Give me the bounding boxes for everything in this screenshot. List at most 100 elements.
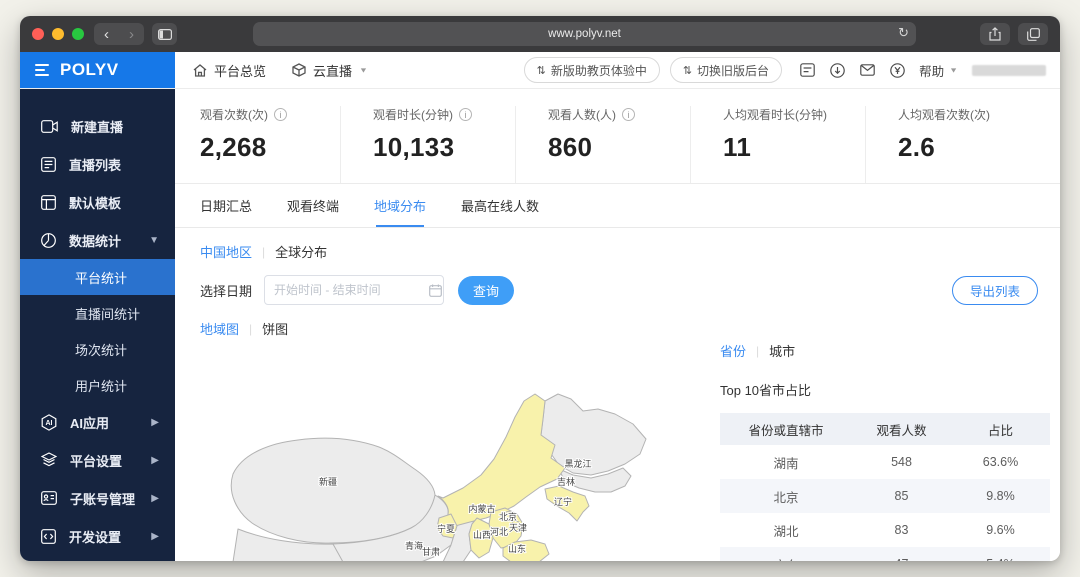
logo-block[interactable]: POLYV	[20, 52, 175, 88]
date-range-field[interactable]	[274, 283, 429, 297]
top-regions-panel: 省份 | 城市 Top 10省市占比 省份或直辖市 观看人数 占比	[720, 341, 1050, 561]
sidebar-item-data-statistics[interactable]: 数据统计 ▼	[20, 221, 175, 259]
column-header-percent: 占比	[951, 413, 1050, 445]
table-row: 广东 47 5.4%	[720, 547, 1050, 561]
sidebar-item-ai-apps[interactable]: AI AI应用 ▶	[20, 403, 175, 441]
stat-viewer-count: 观看人数(人) 860	[515, 106, 690, 183]
map-label-xinjiang: 新疆	[319, 476, 337, 487]
sidebar-subitem-label: 用户统计	[75, 376, 127, 395]
mail-icon[interactable]	[860, 64, 875, 76]
zoom-window-button[interactable]	[72, 28, 84, 40]
coin-icon[interactable]	[890, 63, 905, 78]
home-icon	[193, 64, 207, 77]
tab-view-terminal[interactable]: 观看终端	[287, 184, 339, 227]
divider: |	[756, 344, 759, 358]
sidebar-subitem-session-stats[interactable]: 场次统计	[20, 331, 175, 367]
stat-view-count: 观看次数(次) 2,268	[200, 106, 340, 183]
export-list-button[interactable]: 导出列表	[952, 276, 1038, 305]
stats-row: 观看次数(次) 2,268 观看时长(分钟) 10,133 观看人数(人) 86…	[175, 89, 1060, 184]
old-version-pill-button[interactable]: ⇅ 切换旧版后台	[670, 57, 782, 83]
close-window-button[interactable]	[32, 28, 44, 40]
address-bar[interactable]: www.polyv.net ↻	[253, 22, 916, 46]
region-map-link[interactable]: 地域图	[200, 319, 239, 338]
sidebar-item-new-live[interactable]: 新建直播	[20, 107, 175, 145]
forward-icon[interactable]: ›	[119, 23, 144, 45]
divider: |	[249, 322, 252, 336]
sidebar-item-live-list[interactable]: 直播列表	[20, 145, 175, 183]
sidebar-subitem-platform-stats[interactable]: 平台统计	[20, 259, 175, 295]
china-region-map[interactable]: 新疆 黑龙江 吉林 辽宁 内蒙古 北京 天津 宁夏 山西 河北 山东 青海 甘肃	[193, 379, 687, 561]
pie-chart-link[interactable]: 饼图	[262, 319, 288, 338]
account-name-redacted[interactable]	[972, 65, 1046, 76]
chevron-down-icon: ▼	[149, 235, 159, 246]
map-label-neimenggu: 内蒙古	[468, 503, 495, 514]
video-camera-icon	[41, 120, 58, 133]
map-label-shanxi: 山西	[473, 530, 491, 540]
reload-icon[interactable]: ↻	[898, 25, 909, 41]
tab-max-online[interactable]: 最高在线人数	[461, 184, 539, 227]
chevron-right-icon: ▶	[151, 417, 159, 428]
app-header: POLYV 平台总览 云直播 ▼ ⇅ 新版助教页体验中 ⇅ 切换旧版后台	[20, 52, 1060, 89]
date-filter-label: 选择日期	[200, 281, 252, 300]
sidebar-item-dev-settings[interactable]: 开发设置 ▶	[20, 517, 175, 555]
download-icon[interactable]	[830, 63, 845, 78]
stat-value: 2,268	[200, 132, 340, 163]
main-content: 观看次数(次) 2,268 观看时长(分钟) 10,133 观看人数(人) 86…	[175, 89, 1060, 561]
map-label-ningxia: 宁夏	[437, 523, 455, 534]
back-icon[interactable]: ‹	[94, 23, 119, 45]
cell-viewers: 83	[852, 513, 951, 547]
table-row: 湖南 548 63.6%	[720, 445, 1050, 479]
info-icon[interactable]	[274, 108, 287, 121]
date-range-input[interactable]	[264, 275, 444, 305]
sidebar-subitem-user-stats[interactable]: 用户统计	[20, 367, 175, 403]
province-link[interactable]: 省份	[720, 341, 746, 360]
stat-value: 2.6	[898, 132, 1040, 163]
sidebar-subitem-room-stats[interactable]: 直播间统计	[20, 295, 175, 331]
nav-cloud-live[interactable]: 云直播 ▼	[292, 61, 368, 80]
sidebar-item-platform-settings[interactable]: 平台设置 ▶	[20, 441, 175, 479]
menu-collapse-icon[interactable]	[35, 64, 49, 76]
region-scope-toggle: 中国地区 | 全球分布	[200, 242, 327, 261]
sidebar-item-label: 新建直播	[71, 117, 123, 136]
browser-window: ‹ › www.polyv.net ↻ POLYV 平台总览	[20, 16, 1060, 561]
date-filter: 选择日期 查询	[200, 275, 514, 305]
svg-text:AI: AI	[46, 420, 53, 427]
map-label-hebei: 河北	[490, 526, 508, 537]
china-region-link[interactable]: 中国地区	[200, 242, 252, 261]
sidebar-item-subaccount-management[interactable]: 子账号管理 ▶	[20, 479, 175, 517]
cell-province: 北京	[720, 479, 852, 513]
sidebar-toggle-icon[interactable]	[152, 23, 177, 45]
cube-icon	[292, 63, 306, 77]
map-label-beijing: 北京	[499, 511, 517, 522]
top-regions-table: 省份或直辖市 观看人数 占比 湖南 548 63.6% 北京	[720, 413, 1050, 561]
query-button[interactable]: 查询	[458, 276, 514, 305]
info-icon[interactable]	[459, 108, 472, 121]
url-text: www.polyv.net	[548, 28, 621, 40]
tab-date-summary[interactable]: 日期汇总	[200, 184, 252, 227]
new-version-pill-button[interactable]: ⇅ 新版助教页体验中	[524, 57, 660, 83]
help-menu[interactable]: 帮助 ▼	[919, 61, 958, 80]
share-icon[interactable]	[980, 23, 1010, 45]
minimize-window-button[interactable]	[52, 28, 64, 40]
document-icon[interactable]	[800, 63, 815, 77]
sidebar: 新建直播 直播列表 默认模板 数据统计 ▼ 平台统计 直播间统计	[20, 89, 175, 561]
nav-live-label: 云直播	[313, 61, 352, 80]
cell-percent: 9.6%	[951, 513, 1050, 547]
sidebar-item-label: 开发设置	[69, 527, 121, 546]
cell-percent: 5.4%	[951, 547, 1050, 561]
city-link[interactable]: 城市	[769, 341, 795, 360]
help-label: 帮助	[919, 61, 944, 80]
info-icon[interactable]	[622, 108, 635, 121]
sidebar-item-default-template[interactable]: 默认模板	[20, 183, 175, 221]
browser-titlebar: ‹ › www.polyv.net ↻	[20, 16, 1060, 52]
history-nav-group: ‹ ›	[94, 23, 144, 45]
global-region-link[interactable]: 全球分布	[275, 242, 327, 261]
tab-overview-icon[interactable]	[1018, 23, 1048, 45]
tab-region-distribution[interactable]: 地域分布	[374, 184, 426, 227]
stat-value: 10,133	[373, 132, 515, 163]
sidebar-item-label: 默认模板	[69, 193, 121, 212]
panel-title: Top 10省市占比	[720, 380, 1050, 399]
nav-platform-overview[interactable]: 平台总览	[193, 61, 266, 80]
stat-avg-duration: 人均观看时长(分钟) 11	[690, 106, 865, 183]
stat-tabs: 日期汇总 观看终端 地域分布 最高在线人数	[175, 184, 1060, 228]
